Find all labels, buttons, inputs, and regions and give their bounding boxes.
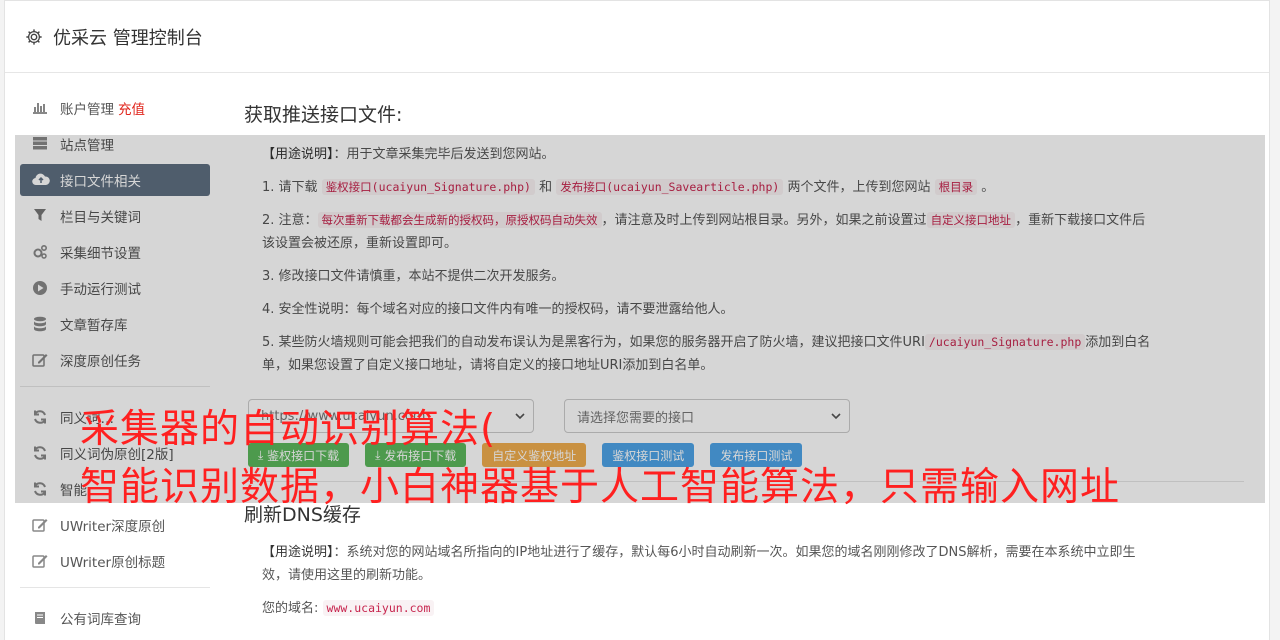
dns-usage-note: 【用途说明】：系统对您的网站域名所指向的IP地址进行了缓存，默认每6小时自动刷新… — [262, 541, 1152, 587]
sidebar-item-label: UWriter深度原创 — [60, 519, 166, 535]
bar-chart-icon — [32, 100, 48, 116]
caption-line-1: 采集器的自动识别算法( — [80, 407, 497, 452]
domain-row: 您的域名: www.ucaiyun.com — [262, 597, 1152, 620]
recharge-link[interactable]: 充值 — [118, 98, 145, 118]
gear-icon — [26, 28, 42, 45]
sidebar-item-uwriter-deep[interactable]: UWriter深度原创 — [20, 509, 210, 541]
edit-icon — [32, 517, 48, 533]
domain-value: www.ucaiyun.com — [322, 600, 435, 616]
sidebar-item-label: 账户管理 — [60, 102, 114, 118]
header: 优采云 管理控制台 — [5, 1, 1269, 73]
book-icon — [32, 610, 48, 626]
sidebar-item-account[interactable]: 账户管理 充值 — [20, 92, 210, 124]
usage-prefix: 【用途说明】 — [262, 545, 334, 560]
sidebar-item-label: 公有词库查询 — [60, 612, 141, 628]
section-title-api-files: 获取推送接口文件: — [244, 104, 403, 126]
usage-text: ：系统对您的网站域名所指向的IP地址进行了缓存，默认每6小时自动刷新一次。如果您… — [262, 545, 1136, 583]
sidebar-item-label: UWriter原创标题 — [60, 555, 166, 571]
caption-line-2: 智能识别数据，小白神器基于人工智能算法，只需输入网址 — [80, 465, 1121, 510]
sidebar-item-uwriter-title[interactable]: UWriter原创标题 — [20, 545, 210, 577]
domain-label: 您的域名: — [262, 601, 319, 616]
edit-icon — [32, 553, 48, 569]
sidebar-divider — [20, 587, 210, 588]
sidebar-item-public-lexicon[interactable]: 公有词库查询 — [20, 602, 210, 634]
page-title: 优采云 管理控制台 — [53, 27, 203, 49]
